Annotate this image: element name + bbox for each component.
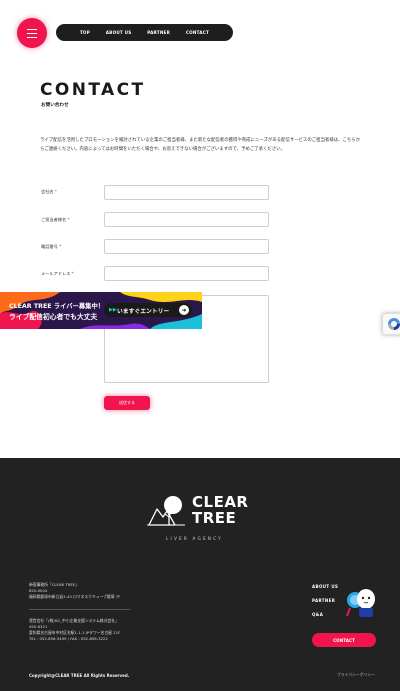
nav-partner[interactable]: PARTNER (147, 30, 170, 35)
footer-contact-button[interactable]: CONTACT (312, 633, 376, 647)
page-title: CONTACT (40, 80, 146, 100)
person-label: ご担当者様名 * (41, 217, 70, 222)
nav-top[interactable]: TOP (80, 30, 90, 35)
nav-about-us[interactable]: ABOUT US (106, 30, 132, 35)
top-nav: TOP ABOUT US PARTNER CONTACT (56, 24, 233, 41)
banner-line2: ライブ配信初心者でも大丈夫 (9, 313, 98, 321)
arrow-right-icon: ➜ (179, 305, 189, 315)
email-field[interactable] (104, 266, 269, 281)
privacy-policy-link[interactable]: プライバシーポリシー (337, 672, 375, 678)
hamburger-icon (27, 28, 37, 30)
mascot-character (346, 589, 375, 617)
menu-button[interactable] (17, 18, 47, 48)
required-mark: * (71, 271, 74, 276)
logo-text: CLEAR TREE (192, 493, 249, 527)
recaptcha-icon (388, 318, 400, 330)
submit-button[interactable]: 送信する (104, 396, 150, 410)
person-field[interactable] (104, 212, 269, 227)
footer-nav-about-us[interactable]: ABOUT US (312, 584, 338, 589)
office-info-2: 運営会社「(株)SO_中小企業支援システム株式会社」 450-6321 愛知県名… (29, 618, 121, 641)
footer-nav-partner[interactable]: PARTNER (312, 598, 335, 603)
play-icon: ▶▶ (109, 307, 117, 313)
page-subtitle: お問い合わせ (41, 103, 69, 108)
copyright: Copyright@CLEAR TREE All Rights Reserved… (29, 673, 130, 678)
footer-divider (29, 609, 130, 610)
logo-tagline: LIVER AGENCY (166, 536, 223, 541)
required-mark: * (59, 244, 62, 249)
company-label: 会社名 * (41, 189, 58, 194)
hamburger-icon (27, 36, 37, 38)
footer-nav-qa[interactable]: Q&A (312, 612, 323, 617)
nav-contact[interactable]: CONTACT (186, 30, 209, 35)
required-mark: * (54, 189, 58, 194)
intro-text: ライブ配信を活用したプロモーションを検討されている企業のご担当者様、また新たな配… (40, 138, 361, 152)
office-info-1: 新宿事務所「CLEAR TREE」 820-0004 福岡県飯塚市新立岩3-43… (29, 582, 121, 599)
recaptcha-badge[interactable] (382, 313, 400, 335)
banner-line1: CLEAR TREE ライバー募集中！ (9, 303, 105, 310)
email-label: メールアドレス * (41, 271, 74, 276)
phone-label: 電話番号 * (41, 244, 62, 249)
required-mark: * (67, 217, 70, 222)
banner-entry-button[interactable]: ▶▶ いますぐエントリー ➜ (104, 303, 192, 317)
company-field[interactable] (104, 185, 269, 200)
hamburger-icon (27, 32, 37, 34)
recruit-banner[interactable]: CLEAR TREE ライバー募集中！ ライブ配信初心者でも大丈夫 ▶▶ います… (0, 292, 202, 329)
phone-field[interactable] (104, 239, 269, 254)
